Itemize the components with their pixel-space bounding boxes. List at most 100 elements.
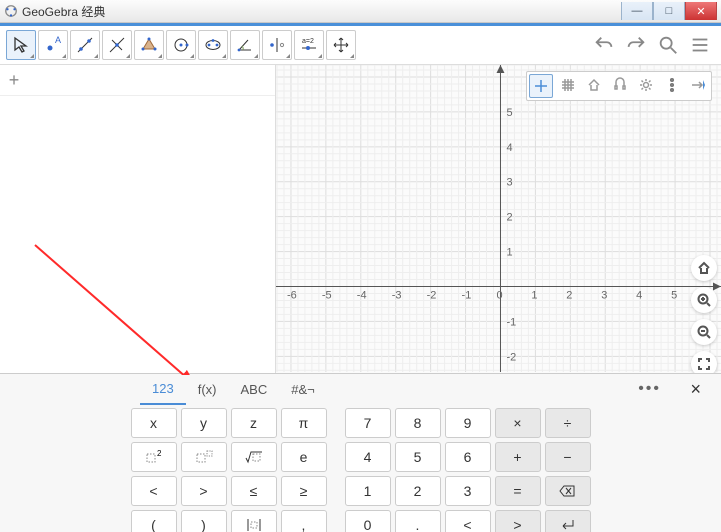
maximize-button[interactable]: □ bbox=[653, 2, 685, 20]
key-)[interactable]: ) bbox=[181, 510, 227, 532]
redo-button[interactable] bbox=[621, 30, 651, 60]
kb-tab-123[interactable]: 123 bbox=[140, 373, 186, 405]
key-e[interactable]: e bbox=[281, 442, 327, 472]
graphics-view[interactable]: -6-5-4-3-2-1012345-2-112345 bbox=[276, 65, 721, 373]
svg-text:-2: -2 bbox=[427, 289, 437, 301]
grid-toggle-button[interactable] bbox=[557, 74, 579, 96]
graph-canvas[interactable]: -6-5-4-3-2-1012345-2-112345 bbox=[276, 65, 721, 372]
svg-text:0: 0 bbox=[496, 289, 502, 301]
standard-view-button[interactable] bbox=[583, 74, 605, 96]
tool-point[interactable]: A bbox=[38, 30, 68, 60]
kb-more-button[interactable]: ••• bbox=[638, 380, 661, 398]
key-0[interactable]: 0 bbox=[345, 510, 391, 532]
home-view-button[interactable] bbox=[691, 255, 717, 281]
input-row: + bbox=[0, 65, 275, 96]
key-9[interactable]: 9 bbox=[445, 408, 491, 438]
kb-close-button[interactable]: × bbox=[690, 379, 701, 400]
key-x[interactable]: x bbox=[131, 408, 177, 438]
key-↵[interactable] bbox=[545, 510, 591, 532]
key-z[interactable]: z bbox=[231, 408, 277, 438]
key-y[interactable]: y bbox=[181, 408, 227, 438]
key-π[interactable]: π bbox=[281, 408, 327, 438]
svg-text:-5: -5 bbox=[322, 289, 332, 301]
key-3[interactable]: 3 bbox=[445, 476, 491, 506]
key->[interactable]: > bbox=[181, 476, 227, 506]
add-input-button[interactable]: + bbox=[0, 70, 28, 91]
window-title: GeoGebra 经典 bbox=[22, 3, 105, 20]
key-+[interactable]: + bbox=[495, 442, 541, 472]
more-view-button[interactable] bbox=[661, 74, 683, 96]
properties-button[interactable] bbox=[687, 74, 709, 96]
key-4[interactable]: 4 bbox=[345, 442, 391, 472]
key-÷[interactable]: ÷ bbox=[545, 408, 591, 438]
key-⌫[interactable] bbox=[545, 476, 591, 506]
key-▫²[interactable]: 2 bbox=[131, 442, 177, 472]
tool-ellipse[interactable] bbox=[198, 30, 228, 60]
close-button[interactable]: ✕ bbox=[685, 2, 717, 20]
kb-tab-symbols[interactable]: #&¬ bbox=[279, 374, 327, 404]
zoom-in-button[interactable] bbox=[691, 287, 717, 313]
undo-button[interactable] bbox=[589, 30, 619, 60]
key-≥[interactable]: ≥ bbox=[281, 476, 327, 506]
key-1[interactable]: 1 bbox=[345, 476, 391, 506]
tool-perpendicular[interactable] bbox=[102, 30, 132, 60]
svg-text:a=2: a=2 bbox=[302, 38, 314, 45]
keyboard-tabs: 123 f(x) ABC #&¬ ••• × bbox=[0, 374, 721, 404]
svg-text:2: 2 bbox=[157, 449, 162, 458]
key-▫ᵃ[interactable] bbox=[181, 442, 227, 472]
key-6[interactable]: 6 bbox=[445, 442, 491, 472]
tool-reflect[interactable] bbox=[262, 30, 292, 60]
key-−[interactable]: − bbox=[545, 442, 591, 472]
key-√▫[interactable] bbox=[231, 442, 277, 472]
tool-angle[interactable] bbox=[230, 30, 260, 60]
axes-toggle-button[interactable] bbox=[529, 74, 553, 98]
svg-text:3: 3 bbox=[601, 289, 607, 301]
svg-text:-3: -3 bbox=[392, 289, 402, 301]
key-8[interactable]: 8 bbox=[395, 408, 441, 438]
window-controls: — □ ✕ bbox=[621, 2, 717, 20]
kb-tab-fx[interactable]: f(x) bbox=[186, 374, 229, 404]
tool-slider[interactable]: a=2 bbox=[294, 30, 324, 60]
key-,[interactable]: , bbox=[281, 510, 327, 532]
key-≤[interactable]: ≤ bbox=[231, 476, 277, 506]
key-×[interactable]: × bbox=[495, 408, 541, 438]
settings-button[interactable] bbox=[635, 74, 657, 96]
search-button[interactable] bbox=[653, 30, 683, 60]
svg-text:1: 1 bbox=[531, 289, 537, 301]
fullscreen-button[interactable] bbox=[691, 351, 717, 373]
tool-polygon[interactable] bbox=[134, 30, 164, 60]
key->[interactable]: > bbox=[495, 510, 541, 532]
virtual-keyboard: 123 f(x) ABC #&¬ ••• × xyzπ2e<>≤≥(), 789… bbox=[0, 373, 721, 532]
titlebar: GeoGebra 经典 — □ ✕ bbox=[0, 0, 721, 23]
svg-text:5: 5 bbox=[506, 107, 512, 119]
svg-text:-1: -1 bbox=[506, 316, 516, 328]
snap-button[interactable] bbox=[609, 74, 631, 96]
key-5[interactable]: 5 bbox=[395, 442, 441, 472]
tool-line[interactable] bbox=[70, 30, 100, 60]
tool-circle[interactable] bbox=[166, 30, 196, 60]
kb-tab-abc[interactable]: ABC bbox=[228, 374, 279, 404]
y-axis-arrow-icon bbox=[496, 65, 504, 73]
menu-button[interactable] bbox=[685, 30, 715, 60]
key-|▫|[interactable] bbox=[231, 510, 277, 532]
key-7[interactable]: 7 bbox=[345, 408, 391, 438]
key-<[interactable]: < bbox=[445, 510, 491, 532]
key-2[interactable]: 2 bbox=[395, 476, 441, 506]
svg-text:2: 2 bbox=[506, 212, 512, 224]
zoom-controls bbox=[691, 255, 717, 373]
key-.[interactable]: . bbox=[395, 510, 441, 532]
svg-text:4: 4 bbox=[636, 289, 642, 301]
minimize-button[interactable]: — bbox=[621, 2, 653, 20]
content-area: + -6-5-4-3-2-1012345-2-112345 bbox=[0, 65, 721, 373]
tool-move[interactable] bbox=[6, 30, 36, 60]
zoom-out-button[interactable] bbox=[691, 319, 717, 345]
svg-text:5: 5 bbox=[671, 289, 677, 301]
svg-text:-2: -2 bbox=[506, 351, 516, 363]
key-([interactable]: ( bbox=[131, 510, 177, 532]
key-=[interactable]: = bbox=[495, 476, 541, 506]
svg-text:2: 2 bbox=[566, 289, 572, 301]
tool-move-graphics[interactable] bbox=[326, 30, 356, 60]
algebra-input[interactable] bbox=[28, 70, 275, 90]
app-logo-icon bbox=[4, 4, 18, 18]
key-<[interactable]: < bbox=[131, 476, 177, 506]
